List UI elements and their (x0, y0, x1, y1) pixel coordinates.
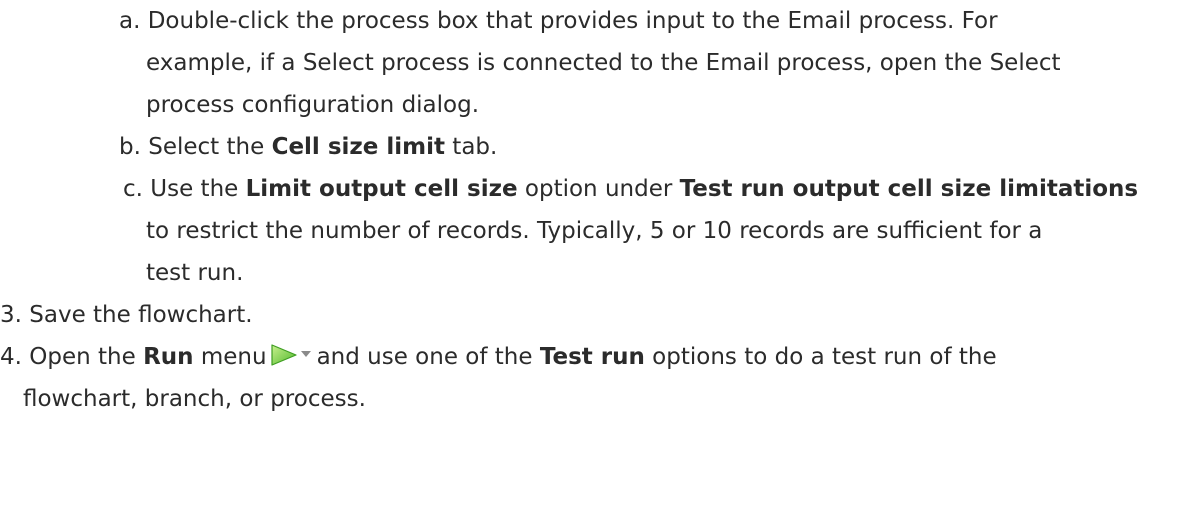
substep-c-line-1: c. Use the Limit output cell size option… (123, 169, 1138, 210)
substep-a-line-3: process configuration dialog. (146, 85, 479, 126)
run-play-dropdown-icon (270, 340, 313, 366)
substep-c-line-2: to restrict the number of records. Typic… (146, 211, 1042, 252)
step-3-line: 3. Save the flowchart. (0, 295, 253, 336)
test-run-limitations-label: Test run output cell size limitations (679, 176, 1139, 202)
substep-a-text-2: example, if a Select process is connecte… (146, 50, 1061, 76)
substep-c-text-3: test run. (146, 260, 244, 286)
substep-b-line: b. Select the Cell size limit tab. (119, 127, 497, 168)
substep-c-pre: Use the (150, 176, 246, 202)
substep-a-line-1: a. Double-click the process box that pro… (119, 1, 998, 42)
step-4-line-1: 4. Open the Run menu and use one of the T… (0, 337, 997, 378)
substep-c-line-3: test run. (146, 253, 243, 294)
substep-b-marker: b. (119, 134, 141, 160)
step-4-post: options to do a test run of the (644, 344, 997, 370)
step-3-marker: 3. (0, 302, 22, 328)
step-4-mid2: and use one of the (316, 344, 540, 370)
substep-b-pre: Select the (148, 134, 272, 160)
step-4-text-2: flowchart, branch, or process. (23, 386, 366, 412)
cell-size-limit-label: Cell size limit (271, 134, 445, 160)
substep-a-line-2: example, if a Select process is connecte… (146, 43, 1061, 84)
step-4-line-2: flowchart, branch, or process. (23, 379, 366, 420)
substep-a-text-3: process configuration dialog. (146, 92, 480, 118)
limit-output-cell-size-label: Limit output cell size (245, 176, 518, 202)
test-run-label: Test run (539, 344, 645, 370)
step-3-text: Save the flowchart. (29, 302, 253, 328)
substep-c-text-2: to restrict the number of records. Typic… (146, 218, 1043, 244)
substep-a-text-1: Double-click the process box that provid… (147, 8, 998, 34)
step-4-mid1: menu (193, 344, 267, 370)
run-menu-label: Run (143, 344, 194, 370)
substep-c-mid: option under (517, 176, 680, 202)
substep-a-marker: a. (119, 8, 141, 34)
substep-c-marker: c. (123, 176, 143, 202)
step-4-pre: Open the (29, 344, 144, 370)
instruction-document: a. Double-click the process box that pro… (0, 0, 1202, 514)
substep-b-post: tab. (445, 134, 498, 160)
step-4-marker: 4. (0, 344, 22, 370)
